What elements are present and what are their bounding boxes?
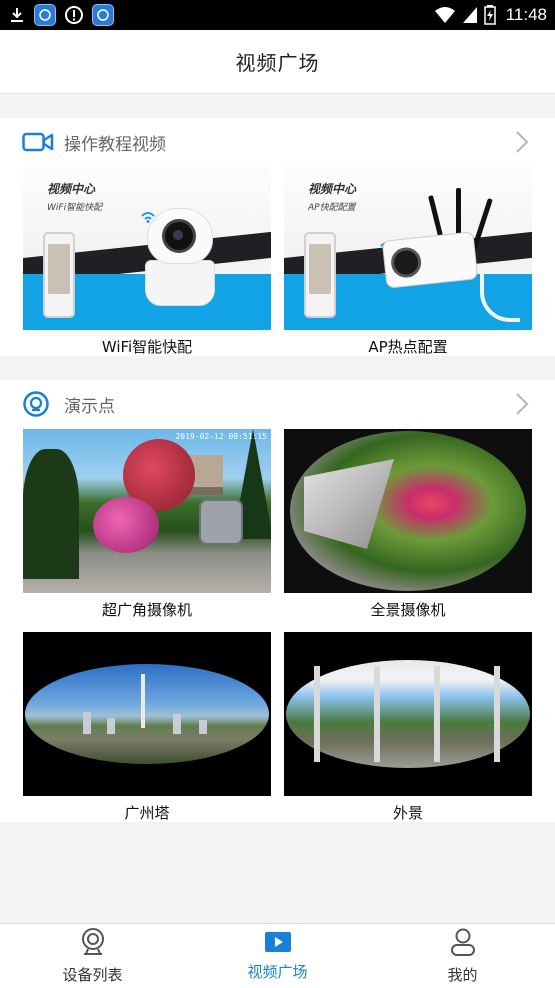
demo-item-panoramic[interactable]: 全景摄像机 bbox=[284, 429, 532, 620]
nav-label: 设备列表 bbox=[62, 965, 123, 984]
tutorial-section: 操作教程视频 视频中心 WiFi智能快配 WiFi智能快配 视频中心 AP快配配… bbox=[0, 118, 555, 356]
tutorial-section-header[interactable]: 操作教程视频 bbox=[0, 118, 555, 166]
nav-label: 视频广场 bbox=[247, 962, 308, 981]
thumb-title: 视频中心 bbox=[308, 182, 357, 196]
bottom-nav: 设备列表 视频广场 我的 bbox=[0, 923, 555, 988]
user-icon bbox=[450, 928, 476, 960]
phone-illustration bbox=[43, 232, 75, 318]
video-timestamp: 2019-02-12 09:51:15 bbox=[175, 432, 267, 441]
chevron-right-icon[interactable] bbox=[515, 130, 531, 154]
demo-item-wide-angle[interactable]: 2019-02-12 09:51:15 超广角摄像机 bbox=[23, 429, 271, 620]
demo-section-title: 演示点 bbox=[64, 396, 115, 417]
nav-tab-device-list[interactable]: 设备列表 bbox=[0, 924, 185, 988]
download-icon bbox=[8, 6, 26, 24]
tutorial-thumbnail: 视频中心 AP快配配置 bbox=[284, 166, 532, 330]
demo-section: 演示点 2019-02-12 09:51:15 超广角摄像机 全景摄像机 广州塔… bbox=[0, 380, 555, 822]
page-title: 视频广场 bbox=[235, 51, 320, 75]
chevron-right-icon[interactable] bbox=[515, 392, 531, 416]
demo-section-header[interactable]: 演示点 bbox=[0, 380, 555, 428]
location-pin-icon bbox=[22, 390, 54, 418]
tutorial-caption: WiFi智能快配 bbox=[101, 338, 193, 356]
app-icon bbox=[34, 4, 56, 26]
thumb-subtitle: WiFi智能快配 bbox=[47, 203, 103, 213]
dome-camera-illustration bbox=[145, 208, 215, 306]
demo-thumbnail bbox=[284, 429, 532, 593]
tutorial-thumbnail: 视频中心 WiFi智能快配 bbox=[23, 166, 271, 330]
demo-caption: 超广角摄像机 bbox=[101, 601, 192, 619]
phone-illustration bbox=[304, 232, 336, 318]
status-bar-left bbox=[8, 4, 114, 26]
webcam-icon bbox=[80, 927, 106, 960]
demo-item-outdoor[interactable]: 外景 bbox=[284, 632, 532, 823]
demo-caption: 广州塔 bbox=[124, 804, 170, 822]
tutorial-caption: AP热点配置 bbox=[368, 338, 448, 356]
play-video-icon bbox=[264, 931, 292, 957]
bullet-camera-illustration bbox=[381, 231, 479, 289]
demo-thumbnail bbox=[23, 632, 271, 796]
status-bar: 11:48 bbox=[0, 0, 555, 30]
tutorial-item-wifi[interactable]: 视频中心 WiFi智能快配 WiFi智能快配 bbox=[23, 166, 271, 357]
app-icon bbox=[92, 4, 114, 26]
alert-icon bbox=[64, 5, 84, 25]
demo-thumbnail bbox=[284, 632, 532, 796]
header: 视频广场 bbox=[0, 30, 555, 94]
tutorial-item-ap[interactable]: 视频中心 AP快配配置 AP热点配置 bbox=[284, 166, 532, 357]
thumb-title: 视频中心 bbox=[47, 182, 96, 196]
video-camera-icon bbox=[22, 128, 54, 156]
nav-tab-me[interactable]: 我的 bbox=[370, 924, 555, 988]
tutorial-section-title: 操作教程视频 bbox=[64, 134, 166, 155]
nav-tab-video-square[interactable]: 视频广场 bbox=[185, 924, 370, 988]
demo-caption: 全景摄像机 bbox=[370, 601, 446, 619]
signal-icon bbox=[462, 6, 478, 24]
nav-label: 我的 bbox=[447, 965, 478, 984]
status-bar-right: 11:48 bbox=[434, 5, 547, 25]
demo-item-canton-tower[interactable]: 广州塔 bbox=[23, 632, 271, 823]
wifi-icon bbox=[434, 6, 456, 24]
demo-thumbnail: 2019-02-12 09:51:15 bbox=[23, 429, 271, 593]
demo-caption: 外景 bbox=[392, 804, 423, 822]
thumb-subtitle: AP快配配置 bbox=[308, 203, 356, 213]
status-time: 11:48 bbox=[505, 5, 547, 24]
battery-icon bbox=[483, 5, 496, 25]
